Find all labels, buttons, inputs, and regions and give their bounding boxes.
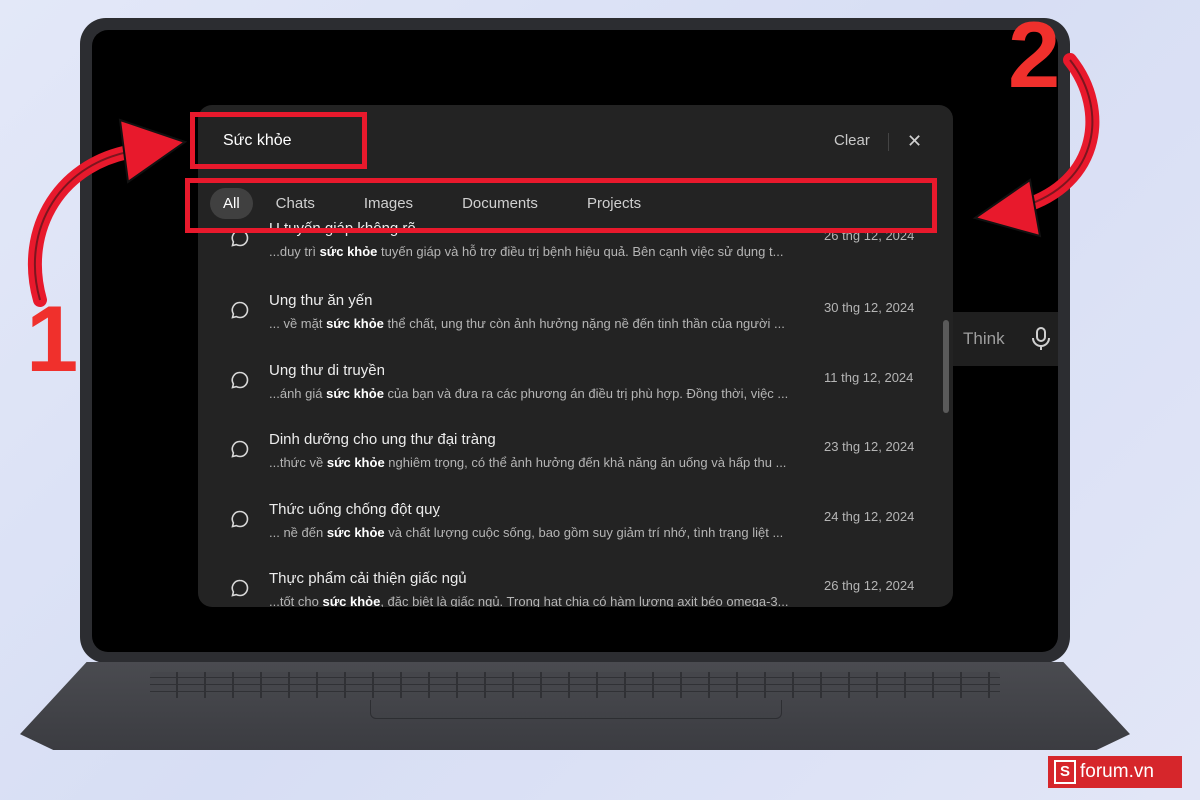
- annotation-number-1: 1: [26, 286, 79, 391]
- result-date: 23 thg 12, 2024: [824, 439, 915, 454]
- result-item[interactable]: Ung thư di truyền ...ánh giá sức khỏe của…: [198, 362, 938, 440]
- annotation-box-tabs: [185, 178, 937, 233]
- snippet-suffix: và chất lượng cuộc sống, bao gồm suy giả…: [384, 524, 784, 540]
- snippet-prefix: ... về mặt: [269, 316, 327, 331]
- brand-s-icon: S: [1054, 760, 1076, 784]
- snippet-suffix: nghiêm trọng, có thể ảnh hưởng đến khả n…: [384, 455, 787, 470]
- result-snippet: ...tốt cho sức khỏe, đặc biệt là giấc ng…: [269, 594, 799, 607]
- result-title[interactable]: Dinh dưỡng cho ung thư đại tràng: [269, 431, 496, 448]
- snippet-prefix: ...tốt cho: [269, 594, 323, 607]
- result-snippet: ...ánh giá sức khỏe của bạn và đưa ra cá…: [269, 386, 799, 401]
- annotation-box-search: [190, 112, 367, 169]
- result-snippet: ... về mặt sức khỏe thể chất, ung thư cò…: [269, 316, 799, 331]
- annotation-number-2: 2: [1008, 2, 1061, 107]
- snippet-suffix: tuyến giáp và hỗ trợ điều trị bệnh hiệu …: [377, 244, 784, 259]
- snippet-prefix: ...ánh giá: [269, 385, 327, 401]
- chat-bubble-icon: [231, 440, 249, 458]
- brand-logo: S forum.vn: [1048, 756, 1182, 788]
- result-snippet: ... nề đến sức khỏe và chất lượng cuộc s…: [269, 525, 799, 540]
- result-item[interactable]: Thực phẩm cải thiện giấc ngủ ...tốt cho s…: [198, 570, 938, 607]
- result-date: 11 thg 12, 2024: [824, 369, 914, 385]
- snippet-highlight: sức khỏe: [322, 594, 381, 607]
- snippet-highlight: sức khỏe: [326, 524, 385, 540]
- result-title[interactable]: Ung thư ăn yến: [269, 292, 372, 309]
- result-date: 24 thg 12, 2024: [824, 508, 915, 524]
- snippet-prefix: ... nề đến: [269, 524, 327, 540]
- result-title[interactable]: Thực phẩm cải thiện giấc ngủ: [269, 570, 467, 587]
- scrollbar[interactable]: [943, 320, 949, 413]
- snippet-prefix: ...thức về: [269, 455, 327, 470]
- mic-icon[interactable]: [1030, 326, 1052, 352]
- chat-bubble-icon: [231, 301, 249, 319]
- result-date: 30 thg 12, 2024: [824, 300, 915, 315]
- snippet-highlight: sức khỏe: [326, 316, 384, 331]
- chat-bubble-icon: [231, 510, 249, 528]
- snippet-highlight: sức khỏe: [326, 385, 384, 401]
- divider: [888, 133, 889, 151]
- result-date: 26 thg 12, 2024: [824, 578, 915, 593]
- snippet-prefix: ...duy trì: [269, 244, 320, 259]
- keyboard: [150, 672, 1000, 698]
- snippet-suffix: của bạn và đưa ra các phương án điều trị…: [383, 385, 789, 401]
- result-snippet: ...duy trì sức khỏe tuyến giáp và hỗ trợ…: [269, 244, 799, 259]
- result-snippet: ...thức về sức khỏe nghiêm trọng, có thể…: [269, 455, 799, 470]
- brand-text: forum.vn: [1080, 761, 1154, 782]
- snippet-suffix: thể chất, ung thư còn ảnh hưởng nặng nề …: [383, 316, 785, 331]
- chat-bubble-icon: [231, 371, 249, 389]
- results-list: U tuyến giáp không rõ ...duy trì sức khỏe…: [198, 220, 938, 607]
- snippet-suffix: , đặc biệt là giấc ngủ. Trong hạt chia c…: [380, 594, 789, 607]
- snippet-highlight: sức khỏe: [319, 244, 378, 259]
- result-item[interactable]: U tuyến giáp không rõ ...duy trì sức khỏe…: [198, 220, 938, 300]
- result-item[interactable]: Thức uống chống đột quỵ ... nề đến sức kh…: [198, 501, 938, 579]
- clear-button[interactable]: Clear: [834, 132, 870, 149]
- close-icon[interactable]: ✕: [907, 131, 922, 152]
- chat-bubble-icon: [231, 579, 249, 597]
- result-item[interactable]: Dinh dưỡng cho ung thư đại tràng ...thức …: [198, 431, 938, 509]
- result-title[interactable]: Ung thư di truyền: [269, 362, 385, 379]
- result-title[interactable]: Thức uống chống đột quỵ: [269, 501, 440, 518]
- trackpad: [370, 700, 782, 719]
- snippet-highlight: sức khỏe: [326, 455, 385, 470]
- result-item[interactable]: Ung thư ăn yến ... về mặt sức khỏe thể ch…: [198, 292, 938, 370]
- think-button-label[interactable]: Think: [963, 329, 1005, 349]
